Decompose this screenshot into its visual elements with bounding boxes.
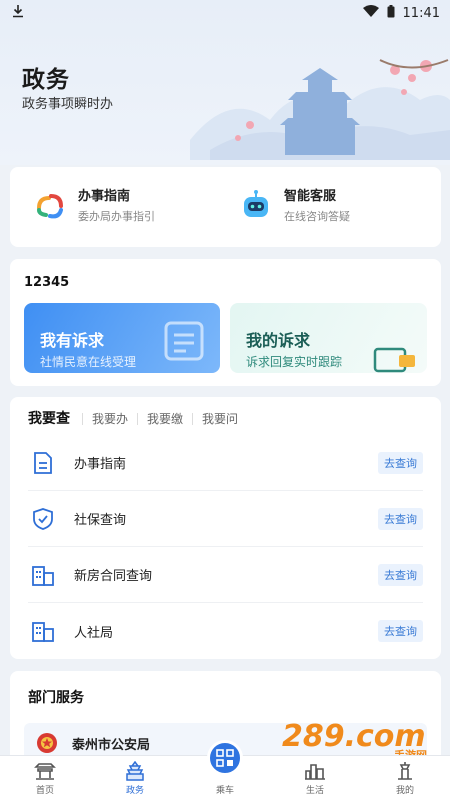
- service-guide[interactable]: 办事指南 委办局办事指引: [32, 185, 155, 224]
- shield-icon: [28, 504, 58, 534]
- submit-appeal-subtitle: 社情民意在线受理: [40, 355, 137, 369]
- query-tabs: 我要查 我要办 我要缴 我要问: [28, 412, 247, 426]
- service-guide-title: 办事指南: [78, 189, 131, 204]
- cityscape-icon: [305, 764, 325, 780]
- tab-mine[interactable]: 我的: [360, 756, 450, 800]
- tab-ride[interactable]: 乘车: [180, 740, 270, 800]
- service-chatbot-desc: 在线咨询答疑: [284, 210, 350, 223]
- tab-home[interactable]: 首页: [0, 756, 90, 800]
- battery-icon: [387, 4, 395, 22]
- my-appeal-banner[interactable]: 我的诉求 诉求回复实时跟踪: [230, 303, 427, 373]
- query-row-label: 新房合同查询: [74, 569, 153, 584]
- guide-icon: [32, 187, 68, 223]
- hotline-number: 12345: [24, 275, 70, 290]
- tab-label: 政务: [125, 786, 144, 796]
- pagoda-icon: [126, 761, 144, 781]
- my-appeal-title: 我的诉求: [246, 331, 311, 350]
- tab-handle[interactable]: 我要办: [82, 413, 137, 425]
- submit-appeal-banner[interactable]: 我有诉求 社情民意在线受理: [24, 303, 220, 373]
- query-button[interactable]: 去查询: [378, 620, 423, 642]
- query-row-label: 人社局: [74, 625, 114, 641]
- temple-icon: [34, 763, 56, 780]
- robot-icon: [238, 187, 274, 223]
- building-icon: [28, 616, 58, 646]
- query-row-hr-bureau[interactable]: 人社局 去查询: [28, 603, 423, 659]
- wifi-icon: [362, 5, 379, 21]
- tab-label: 乘车: [215, 786, 234, 796]
- department-name: 泰州市公安局: [72, 737, 151, 753]
- building-icon: [28, 560, 58, 590]
- tab-label: 我的: [395, 786, 414, 796]
- my-appeal-subtitle: 诉求回复实时跟踪: [246, 355, 343, 369]
- tab-government[interactable]: 政务: [90, 756, 180, 800]
- service-chatbot[interactable]: 智能客服 在线咨询答疑: [238, 185, 350, 224]
- query-row-social-security[interactable]: 社保查询 去查询: [28, 491, 423, 547]
- status-bar: 11:41: [0, 0, 450, 26]
- document-icon: [164, 321, 204, 361]
- query-row-guide[interactable]: 办事指南 去查询: [28, 435, 423, 491]
- tab-ask[interactable]: 我要问: [192, 413, 247, 425]
- query-button[interactable]: 去查询: [378, 451, 423, 474]
- query-row-label: 办事指南: [74, 457, 127, 472]
- tab-query[interactable]: 我要查: [28, 412, 82, 426]
- tab-label: 首页: [35, 786, 54, 796]
- query-card: 我要查 我要办 我要缴 我要问 办事指南 去查询 社保查询 去查询 新房合同查询…: [10, 397, 441, 659]
- service-chatbot-title: 智能客服: [284, 189, 337, 204]
- tower-icon: [398, 762, 412, 780]
- bottom-tab-bar: 首页 政务 乘车 生活 我的: [0, 740, 450, 800]
- page-subtitle: 政务事项瞬时办: [22, 97, 114, 112]
- query-row-housing-contract[interactable]: 新房合同查询 去查询: [28, 547, 423, 603]
- qr-code-icon: [207, 740, 243, 776]
- page-title: 政务: [22, 67, 70, 93]
- query-button[interactable]: 去查询: [378, 563, 423, 586]
- police-emblem-icon: [37, 733, 57, 753]
- service-guide-desc: 委办局办事指引: [78, 210, 155, 223]
- tab-label: 生活: [305, 786, 324, 796]
- monitor-icon: [373, 347, 415, 373]
- query-row-label: 社保查询: [74, 513, 127, 528]
- tab-pay[interactable]: 我要缴: [137, 413, 192, 425]
- hotline-card: 12345 我有诉求 社情民意在线受理 我的诉求 诉求回复实时跟踪: [10, 259, 441, 386]
- quick-services-card: 办事指南 委办局办事指引 智能客服 在线咨询答疑: [10, 167, 441, 247]
- pavilion-illustration: [190, 59, 450, 160]
- tab-life[interactable]: 生活: [270, 756, 360, 800]
- submit-appeal-title: 我有诉求: [40, 331, 105, 350]
- department-services-title: 部门服务: [28, 690, 84, 706]
- download-icon: [12, 4, 24, 22]
- query-button[interactable]: 去查询: [378, 507, 423, 530]
- document-icon: [28, 448, 58, 478]
- status-time: 11:41: [402, 5, 440, 21]
